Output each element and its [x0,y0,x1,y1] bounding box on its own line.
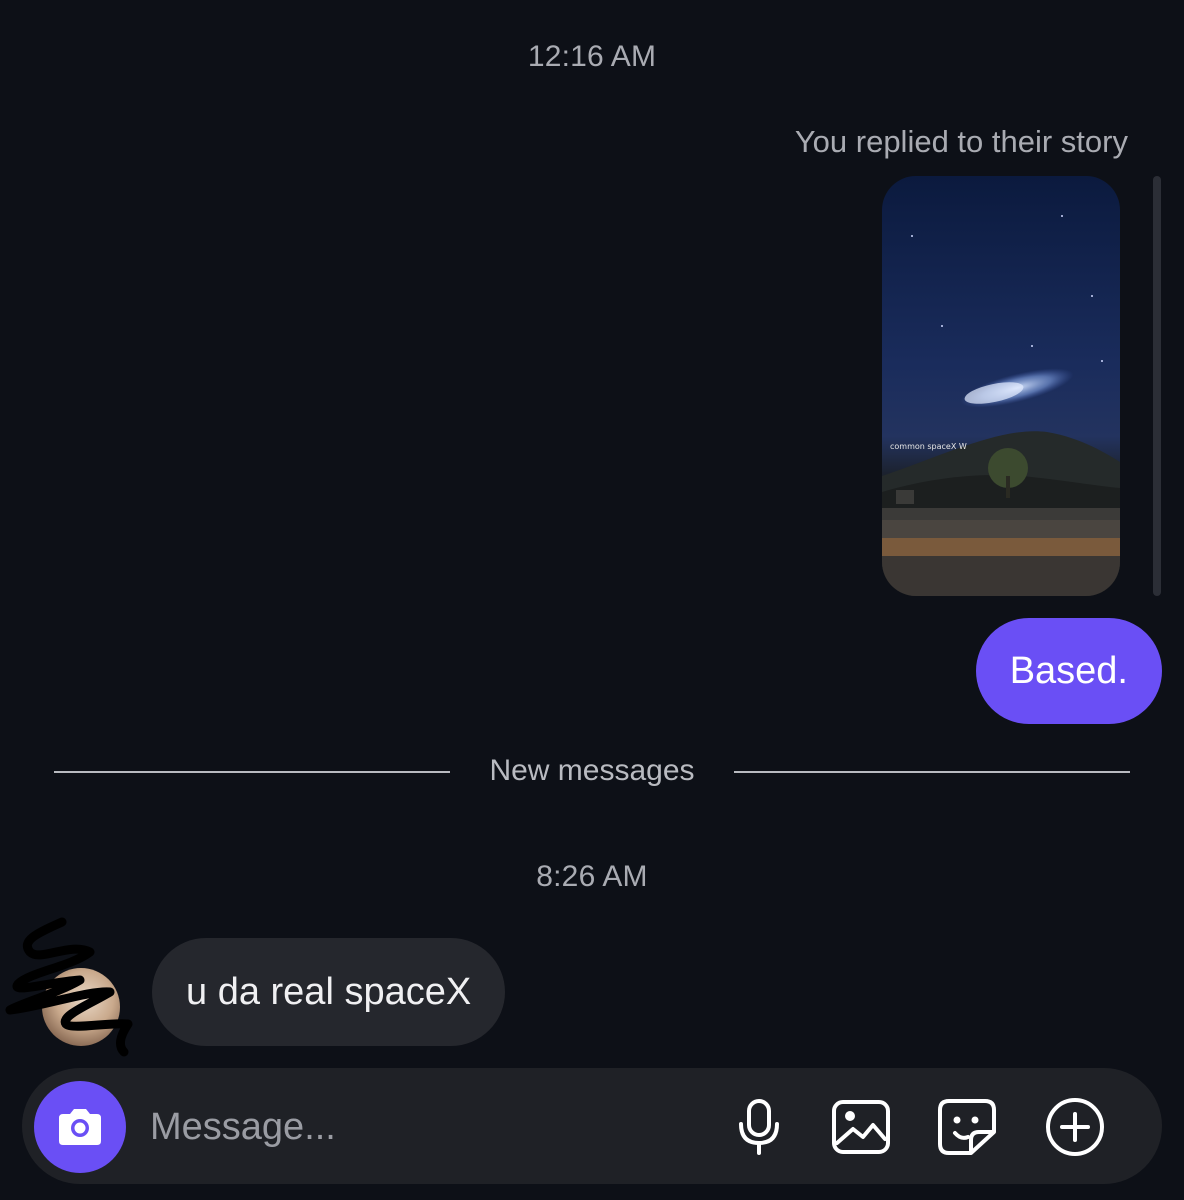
scrollbar[interactable] [1153,176,1161,596]
chat-screen: 12:16 AM You replied to their story comm… [0,0,1184,1200]
new-messages-divider-label: New messages [489,754,695,787]
story-thumbnail[interactable]: common spaceX W [882,176,1120,596]
sticker-icon [938,1099,996,1155]
story-caption: common spaceX W [890,442,967,451]
message-composer [22,1068,1162,1184]
divider-line [734,771,1130,773]
plus-icon [1046,1098,1104,1156]
outgoing-message-text: Based. [1009,649,1128,692]
scribble-redaction [5,917,133,1057]
sticker-button[interactable] [936,1096,998,1158]
story-image [882,215,1120,596]
gallery-button[interactable] [830,1096,892,1158]
more-button[interactable] [1044,1096,1106,1158]
microphone-icon [739,1099,779,1155]
timestamp: 12:16 AM [527,40,657,73]
message-input[interactable] [150,1098,710,1156]
story-reply-label: You replied to their story [794,124,1128,159]
microphone-button[interactable] [728,1096,790,1158]
camera-button[interactable] [34,1081,126,1173]
incoming-message-bubble[interactable]: u da real spaceX [152,938,506,1046]
timestamp: 8:26 AM [536,860,648,893]
incoming-message-text: u da real spaceX [186,970,472,1013]
divider-line [54,771,450,773]
camera-icon [59,1109,101,1145]
gallery-icon [832,1100,890,1154]
outgoing-message-bubble[interactable]: Based. [975,618,1162,724]
